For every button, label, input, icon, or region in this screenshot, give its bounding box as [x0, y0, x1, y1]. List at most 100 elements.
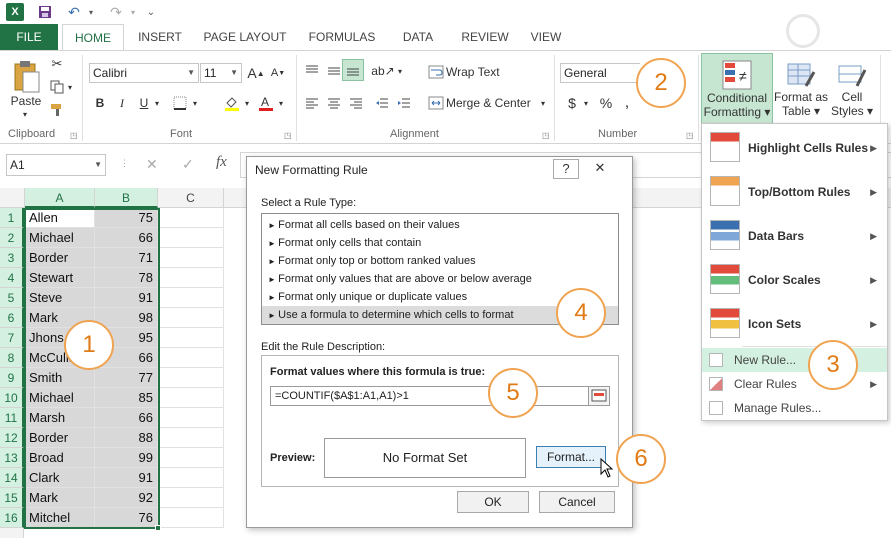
undo-icon[interactable]: ↶	[64, 3, 84, 21]
row-header[interactable]: 7	[0, 328, 24, 348]
row-header[interactable]: 6	[0, 308, 24, 328]
help-button[interactable]: ?	[553, 159, 579, 179]
save-icon[interactable]	[36, 3, 54, 21]
cell-value[interactable]: 66	[95, 408, 158, 428]
cf-menu-item[interactable]: Manage Rules...	[702, 396, 887, 420]
row-header[interactable]: 1	[0, 208, 24, 228]
rule-type-item[interactable]: ► Format all cells based on their values	[262, 216, 618, 234]
cell-value[interactable]: 91	[95, 288, 158, 308]
cell-name[interactable]: Marsh	[25, 408, 95, 428]
cell-value[interactable]: 78	[95, 268, 158, 288]
cell-name[interactable]: Steve	[25, 288, 95, 308]
cell-empty[interactable]	[158, 228, 224, 248]
cell-name[interactable]: Stewart	[25, 268, 95, 288]
fill-color-dropdown-icon[interactable]: ▾	[242, 93, 252, 113]
align-center-icon[interactable]	[324, 93, 344, 113]
orientation-icon[interactable]: ab↗	[371, 61, 394, 81]
row-header[interactable]: 4	[0, 268, 24, 288]
align-right-icon[interactable]	[346, 93, 366, 113]
merge-center-icon[interactable]	[426, 93, 446, 113]
format-painter-icon[interactable]	[48, 101, 66, 119]
insert-function-icon[interactable]: fx	[216, 154, 227, 171]
currency-dropdown-icon[interactable]: ▾	[582, 93, 590, 113]
orientation-dropdown-icon[interactable]: ▾	[396, 61, 404, 81]
cell-name[interactable]: Michael	[25, 228, 95, 248]
decrease-indent-icon[interactable]	[372, 93, 392, 113]
conditional-formatting-button[interactable]: ≠ Conditional Formatting ▾	[701, 53, 773, 125]
cell-name[interactable]: Allen	[25, 208, 95, 228]
row-header[interactable]: 9	[0, 368, 24, 388]
tab-insert[interactable]: INSERT	[130, 24, 190, 50]
font-color-icon[interactable]: A	[256, 93, 276, 113]
redo-icon[interactable]: ↷	[106, 3, 126, 21]
cell-name[interactable]: Michael	[25, 388, 95, 408]
middle-align-icon[interactable]	[324, 61, 344, 81]
row-header[interactable]: 14	[0, 468, 24, 488]
cell-value[interactable]: 76	[95, 508, 158, 528]
cf-menu-item[interactable]: Highlight Cells Rules ▶	[702, 126, 887, 170]
formula-field[interactable]: =COUNTIF($A$1:A1,A1)>1	[270, 386, 590, 406]
tab-formulas[interactable]: FORMULAS	[302, 24, 382, 50]
cell-name[interactable]: Smith	[25, 368, 95, 388]
collapse-dialog-button[interactable]	[588, 386, 610, 406]
format-button[interactable]: Format...	[536, 446, 606, 468]
italic-icon[interactable]: I	[114, 93, 130, 113]
font-launcher-icon[interactable]: ◳	[284, 131, 292, 140]
row-header[interactable]: 3	[0, 248, 24, 268]
cancel-entry-icon[interactable]: ✕	[146, 156, 158, 173]
column-header-b[interactable]: B	[95, 188, 158, 208]
cancel-button[interactable]: Cancel	[539, 491, 615, 513]
format-as-table-button[interactable]: Format as Table ▾	[774, 53, 828, 125]
increase-indent-icon[interactable]	[394, 93, 414, 113]
select-all-corner[interactable]	[0, 188, 25, 208]
copy-icon[interactable]	[48, 78, 66, 96]
row-header[interactable]: 12	[0, 428, 24, 448]
borders-icon[interactable]	[170, 93, 190, 113]
copy-dropdown-icon[interactable]: ▾	[66, 78, 74, 96]
tab-data[interactable]: DATA	[390, 24, 446, 50]
tab-review[interactable]: REVIEW	[454, 24, 516, 50]
cf-menu-item[interactable]: Top/Bottom Rules ▶	[702, 170, 887, 214]
shrink-font-icon[interactable]: A ▼	[268, 63, 288, 83]
rule-type-item[interactable]: ► Format only top or bottom ranked value…	[262, 252, 618, 270]
font-color-dropdown-icon[interactable]: ▾	[276, 93, 286, 113]
top-align-icon[interactable]	[302, 61, 322, 81]
number-launcher-icon[interactable]: ◳	[686, 131, 694, 140]
alignment-launcher-icon[interactable]: ◳	[542, 131, 550, 140]
borders-dropdown-icon[interactable]: ▾	[190, 93, 200, 113]
cf-menu-item[interactable]: Icon Sets ▶	[702, 302, 887, 346]
cell-empty[interactable]	[158, 428, 224, 448]
redo-dropdown-icon[interactable]: ▾	[128, 3, 138, 21]
wrap-text-button[interactable]: Wrap Text	[446, 63, 506, 81]
comma-style-icon[interactable]: ,	[620, 93, 634, 113]
column-header-a[interactable]: A	[25, 188, 95, 208]
paste-dropdown-icon[interactable]: ▾	[18, 109, 32, 119]
cell-empty[interactable]	[158, 488, 224, 508]
cell-empty[interactable]	[158, 408, 224, 428]
cell-empty[interactable]	[158, 248, 224, 268]
row-header[interactable]: 16	[0, 508, 24, 528]
cell-name[interactable]: Mitchel	[25, 508, 95, 528]
tab-view[interactable]: VIEW	[524, 24, 568, 50]
currency-icon[interactable]: $	[562, 93, 582, 113]
cell-name[interactable]: Border	[25, 248, 95, 268]
tab-home[interactable]: HOME	[62, 24, 124, 51]
cell-value[interactable]: 92	[95, 488, 158, 508]
cell-empty[interactable]	[158, 308, 224, 328]
close-button[interactable]: ✕	[587, 159, 613, 179]
rule-type-item[interactable]: ► Format only values that are above or b…	[262, 270, 618, 288]
cell-empty[interactable]	[158, 508, 224, 528]
paste-icon[interactable]	[6, 57, 46, 97]
cf-menu-item[interactable]: Clear Rules ▶	[702, 372, 887, 396]
cell-empty[interactable]	[158, 288, 224, 308]
cell-value[interactable]: 66	[95, 228, 158, 248]
cell-value[interactable]: 85	[95, 388, 158, 408]
cell-empty[interactable]	[158, 208, 224, 228]
row-header[interactable]: 8	[0, 348, 24, 368]
cell-value[interactable]: 75	[95, 208, 158, 228]
cf-menu-item[interactable]: New Rule...	[702, 348, 887, 372]
bottom-align-icon[interactable]	[342, 59, 364, 81]
bold-icon[interactable]: B	[92, 93, 108, 113]
rule-type-item[interactable]: ► Format only cells that contain	[262, 234, 618, 252]
row-header[interactable]: 5	[0, 288, 24, 308]
